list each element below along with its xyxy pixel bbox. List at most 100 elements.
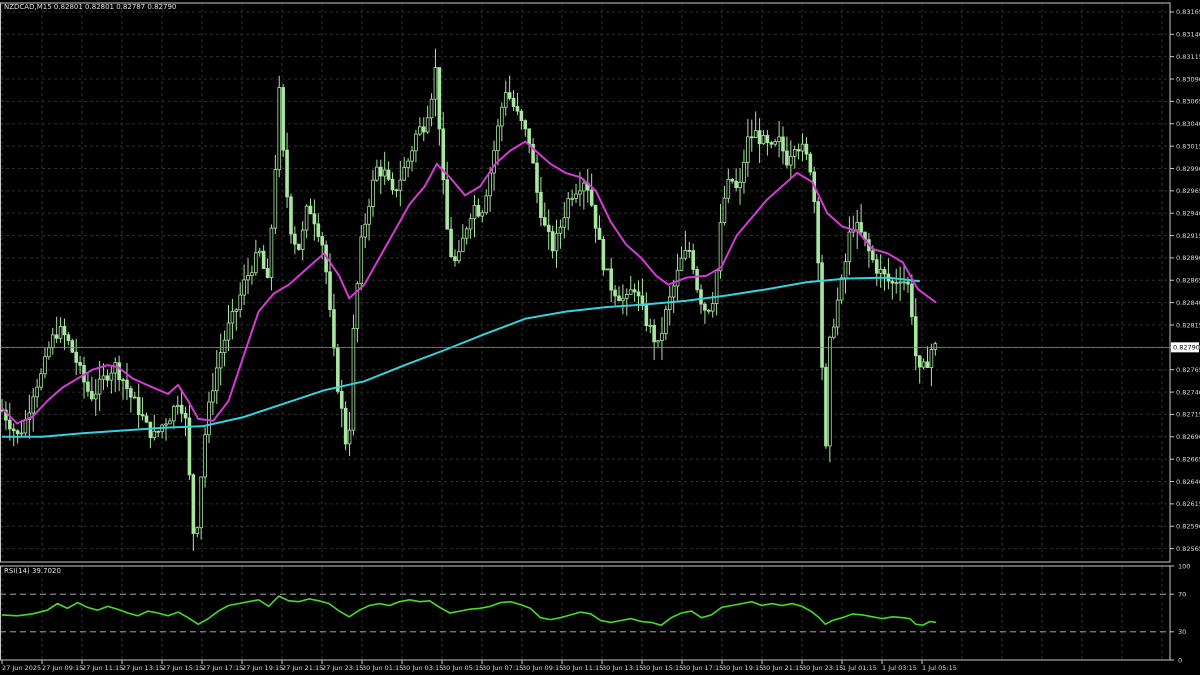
candle-body: [97, 378, 102, 395]
price-tick-label: 0.82840: [1176, 299, 1200, 307]
price-tick-label: 0.83065: [1176, 98, 1200, 106]
candle-body: [671, 285, 676, 298]
price-tick-label: 0.82940: [1176, 209, 1200, 217]
price-tick-label: 0.82890: [1176, 254, 1200, 262]
candle-body: [621, 297, 625, 302]
candle-body: [500, 106, 504, 127]
candle-body: [78, 361, 82, 366]
candle-body: [457, 251, 461, 262]
candle-body: [296, 243, 301, 250]
time-tick-label: 30 Jun 09:15: [522, 664, 563, 672]
price-tick-label: 0.82590: [1176, 523, 1200, 531]
candle-body: [933, 343, 938, 350]
price-tick-label: 0.82915: [1176, 232, 1200, 240]
candle-body: [254, 252, 258, 274]
time-tick-label: 27 Jun 17:15: [202, 664, 243, 672]
price-tick-label: 0.82640: [1176, 478, 1200, 486]
candle-body: [609, 268, 613, 291]
candle-body: [847, 231, 852, 263]
candle-body: [484, 195, 489, 214]
candle-body: [250, 272, 254, 277]
candle-body: [242, 279, 246, 296]
candle-body: [214, 367, 219, 392]
candle-body: [418, 126, 422, 135]
candle-body: [539, 191, 543, 218]
candle-body: [394, 189, 399, 192]
candle-body: [757, 130, 762, 145]
candle-body: [19, 432, 24, 435]
price-tick-label: 0.82765: [1176, 366, 1200, 374]
candle-body: [183, 412, 188, 419]
candle-body: [273, 169, 278, 229]
candle-body: [261, 250, 266, 269]
candle-body: [121, 379, 125, 382]
candle-body: [226, 322, 231, 341]
candle-body: [605, 268, 610, 271]
candle-body: [761, 134, 766, 145]
price-tick-label: 0.82990: [1176, 165, 1200, 173]
candle-body: [449, 228, 453, 258]
price-tick-label: 0.82865: [1176, 277, 1200, 285]
rsi-tick-label: 100: [1178, 562, 1190, 570]
candle-body: [707, 309, 711, 312]
candle-body: [664, 309, 668, 334]
candle-body: [800, 143, 805, 152]
candle-body: [523, 120, 528, 130]
price-tick-label: 0.83090: [1176, 75, 1200, 83]
candle-body: [437, 67, 442, 130]
candle-body: [125, 379, 129, 389]
candle-body: [336, 347, 340, 392]
candle-body: [54, 334, 59, 339]
candle-body: [636, 291, 641, 297]
time-tick-label: 30 Jun 13:15: [602, 664, 643, 672]
candle-body: [398, 179, 403, 191]
price-tick-label: 0.82715: [1176, 411, 1200, 419]
time-tick-label: 27 Jun 21:15: [282, 664, 323, 672]
candle-body: [902, 281, 906, 284]
candle-body: [656, 340, 660, 343]
candle-body: [445, 179, 449, 230]
candle-body: [878, 269, 883, 274]
candle-body: [695, 269, 699, 291]
candle-body: [855, 221, 860, 231]
candle-body: [468, 218, 473, 230]
candle-body: [144, 415, 149, 423]
candle-body: [269, 227, 274, 278]
symbol-info: NZDCAD,M15 0.82801 0.82801 0.82787 0.827…: [4, 3, 176, 11]
candle-body: [742, 162, 746, 183]
candle-body: [906, 281, 910, 285]
candle-body: [218, 352, 223, 369]
price-tick-label: 0.82740: [1176, 388, 1200, 396]
price-tick-label: 0.82665: [1176, 455, 1200, 463]
candle-body: [734, 180, 738, 189]
candle-body: [777, 136, 781, 142]
candle-body: [152, 430, 157, 439]
time-tick-label: 30 Jun 15:15: [642, 664, 683, 672]
candle-body: [925, 361, 930, 368]
candle-body: [265, 268, 270, 278]
candle-body: [328, 271, 332, 311]
candle-body: [179, 404, 184, 414]
candle-body: [738, 181, 742, 189]
candle-body: [527, 128, 531, 145]
time-tick-label: 30 Jun 01:15: [362, 664, 403, 672]
candle-body: [515, 106, 520, 112]
time-tick-label: 27 Jun 09:15: [42, 664, 83, 672]
candle-body: [710, 303, 715, 312]
candle-body: [406, 160, 410, 169]
trading-chart[interactable]: 0.83165 0.83140 0.83115 0.83090 0.83065 0.830…: [0, 0, 1200, 675]
candle-body: [199, 476, 203, 529]
candle-body: [175, 404, 180, 407]
candle-body: [511, 97, 516, 107]
candle-body: [789, 155, 793, 166]
candle-body: [105, 375, 110, 381]
candle-body: [421, 126, 426, 133]
time-tick-label: 27 Jun 15:15: [162, 664, 203, 672]
candle-body: [101, 375, 106, 380]
time-tick-label: 30 Jun 17:15: [682, 664, 723, 672]
candle-body: [246, 275, 250, 281]
candle-body: [894, 282, 899, 285]
candle-body: [874, 259, 879, 274]
candle-body: [558, 226, 563, 234]
candle-body: [781, 136, 785, 152]
